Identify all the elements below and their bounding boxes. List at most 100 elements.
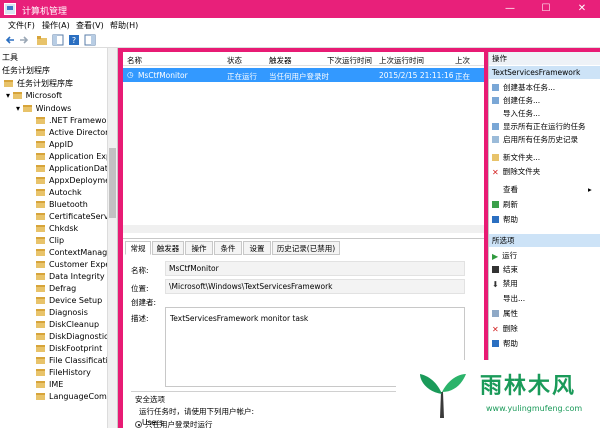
column-trigger[interactable]: 触发器: [269, 55, 292, 66]
actions-section-folder[interactable]: TextServicesFramework: [489, 66, 600, 79]
folder-icon: [36, 165, 45, 172]
action-import-task[interactable]: 导入任务...: [492, 108, 540, 119]
action-create-basic-task[interactable]: 创建基本任务...: [492, 82, 555, 93]
actions-section-selected[interactable]: 所选项: [489, 234, 600, 247]
watermark-title: 雨林木风: [480, 374, 577, 399]
tab-general[interactable]: 常规: [125, 241, 151, 255]
history-icon: [492, 136, 499, 143]
action-show-running[interactable]: 显示所有正在运行的任务: [492, 121, 586, 132]
task-list-hscrollbar[interactable]: [123, 225, 484, 233]
folder-icon: [36, 237, 45, 244]
tree-item[interactable]: Active Directory: [36, 127, 113, 138]
action-new-folder[interactable]: 新文件夹...: [492, 152, 540, 163]
tree-item[interactable]: File Classification: [36, 355, 117, 366]
column-last-result[interactable]: 上次: [455, 55, 470, 66]
action-help[interactable]: 帮助: [492, 214, 518, 225]
action-pane-icon[interactable]: [84, 34, 96, 46]
action-refresh[interactable]: 刷新: [492, 199, 518, 210]
menu-file[interactable]: 文件(F): [8, 20, 35, 31]
tree-item[interactable]: .NET Framework: [36, 115, 114, 126]
action-export[interactable]: 导出...: [492, 293, 525, 304]
tree-item[interactable]: DiskDiagnostic: [36, 331, 108, 342]
tree-item[interactable]: 任务计划程序: [2, 65, 50, 76]
forward-arrow-icon[interactable]: [18, 34, 30, 46]
tree-item[interactable]: Chkdsk: [36, 223, 78, 234]
column-last-run[interactable]: 上次运行时间: [379, 55, 424, 66]
tree-item[interactable]: FileHistory: [36, 367, 91, 378]
back-arrow-icon[interactable]: [4, 34, 16, 46]
action-delete[interactable]: ✕ 删除: [492, 323, 518, 334]
help-icon[interactable]: ?: [68, 34, 80, 46]
tree-item-windows[interactable]: ▾ Windows: [16, 103, 71, 114]
tree-item[interactable]: ApplicationData: [36, 163, 113, 174]
maximize-button[interactable]: ☐: [528, 0, 564, 18]
tree-item[interactable]: Defrag: [36, 283, 76, 294]
watermark-url: www.yulingmufeng.com: [486, 404, 583, 413]
action-properties[interactable]: 属性: [492, 308, 518, 319]
help-icon: [492, 340, 499, 347]
folder-icon: [36, 273, 45, 280]
tree-item[interactable]: AppID: [36, 139, 73, 150]
submenu-arrow-icon: ▸: [588, 185, 592, 194]
tree-item[interactable]: CertificateService: [36, 211, 117, 222]
tree-item[interactable]: Diagnosis: [36, 307, 88, 318]
folder-icon: [36, 249, 45, 256]
task-last-result: 正在: [455, 72, 470, 81]
tree-item[interactable]: Clip: [36, 235, 64, 246]
tree-item[interactable]: Customer Experi: [36, 259, 116, 270]
folder-icon: [22, 105, 32, 112]
tree-item[interactable]: Data Integrity Sc: [36, 271, 117, 282]
show-hide-console-tree-icon[interactable]: [52, 34, 64, 46]
tab-triggers[interactable]: 触发器: [152, 241, 184, 255]
close-button[interactable]: ✕: [564, 0, 600, 18]
tab-history[interactable]: 历史记录(已禁用): [272, 241, 340, 255]
tab-conditions[interactable]: 条件: [214, 241, 242, 255]
svg-text:?: ?: [72, 36, 76, 45]
menu-view[interactable]: 查看(V): [76, 20, 104, 31]
run-only-logged-on-radio[interactable]: 只在用户登录时运行: [135, 419, 213, 428]
up-folder-icon[interactable]: [36, 34, 48, 46]
menu-help[interactable]: 帮助(H): [110, 20, 138, 31]
tree-item[interactable]: 工具: [2, 52, 18, 63]
properties-icon: [492, 310, 499, 317]
tree-item[interactable]: Application Expe: [36, 151, 116, 162]
action-disable[interactable]: ⬇ 禁用: [492, 278, 518, 289]
tree-item[interactable]: DiskFootprint: [36, 343, 102, 354]
column-next-run[interactable]: 下次运行时间: [327, 55, 372, 66]
tree-item[interactable]: Device Setup: [36, 295, 102, 306]
location-value: \Microsoft\Windows\TextServicesFramework: [165, 279, 465, 294]
tab-actions[interactable]: 操作: [185, 241, 213, 255]
tree-item[interactable]: AppxDeploymen: [36, 175, 115, 186]
column-status[interactable]: 状态: [227, 55, 242, 66]
tree-item[interactable]: ContextManager: [36, 247, 115, 258]
action-help-selected[interactable]: 帮助: [492, 338, 518, 349]
running-tasks-icon: [492, 123, 499, 130]
column-name[interactable]: 名称: [127, 55, 142, 66]
tree-item[interactable]: Autochk: [36, 187, 82, 198]
tree-item[interactable]: DiskCleanup: [36, 319, 99, 330]
task-row-selected[interactable]: ◷ MsCtfMonitor 正在运行 当任何用户登录时 2015/2/15 2…: [123, 68, 484, 82]
action-enable-history[interactable]: 启用所有任务历史记录: [492, 134, 578, 145]
tree-item[interactable]: Bluetooth: [36, 199, 88, 210]
folder-icon: [36, 285, 45, 292]
location-label: 位置:: [131, 284, 149, 293]
action-view[interactable]: 查看 ▸: [492, 184, 592, 195]
folder-icon: [36, 261, 45, 268]
tree-scrollbar[interactable]: [107, 48, 117, 428]
tree-item[interactable]: IME: [36, 379, 63, 390]
tree-item-microsoft[interactable]: ▾ Microsoft: [6, 90, 62, 101]
action-create-task[interactable]: 创建任务...: [492, 95, 540, 106]
folder-icon: [36, 153, 45, 160]
tree-item[interactable]: LanguageCompo: [36, 391, 117, 402]
action-end[interactable]: 结束: [492, 264, 518, 275]
disable-arrow-icon: ⬇: [492, 280, 499, 289]
action-delete-folder[interactable]: ✕ 删除文件夹: [492, 166, 540, 177]
menu-action[interactable]: 操作(A): [42, 20, 70, 31]
folder-icon: [36, 369, 45, 376]
tab-settings[interactable]: 设置: [243, 241, 271, 255]
minimize-button[interactable]: —: [492, 0, 528, 18]
tree-item-task-library[interactable]: 任务计划程序库: [4, 78, 73, 89]
tree-scrollbar-thumb[interactable]: [109, 148, 116, 218]
action-run[interactable]: ▶ 运行: [492, 250, 517, 261]
computer-management-icon: [4, 3, 16, 15]
